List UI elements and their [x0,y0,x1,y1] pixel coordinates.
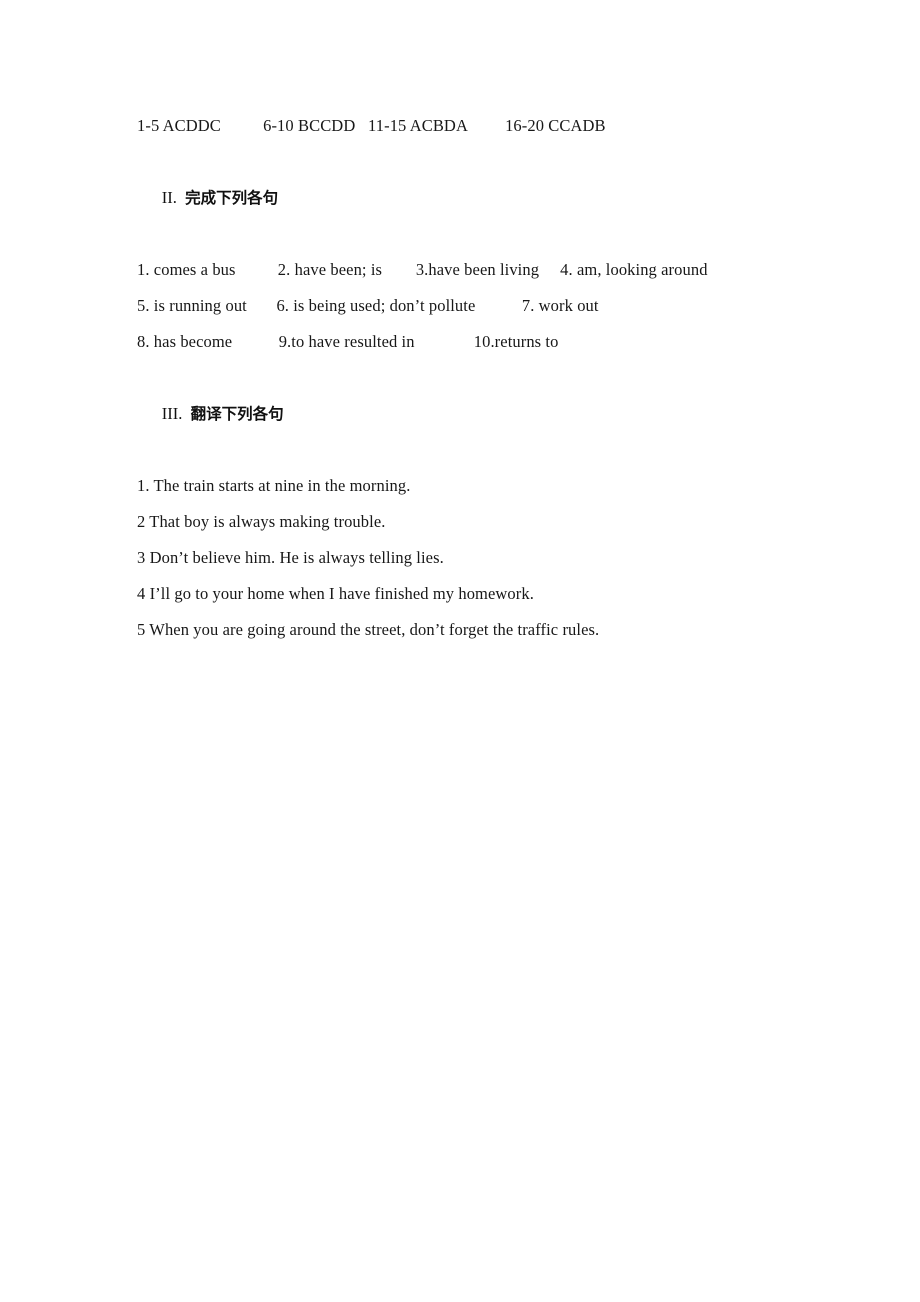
section-iii-sentence-1: 1. The train starts at nine in the morni… [137,476,411,495]
section-ii-line-2: 5. is running out 6. is being used; don’… [137,296,599,315]
section-number-iii: III. [161,404,183,423]
section-title-iii: 翻译下列各句 [190,405,284,423]
section-ii-line-1: 1. comes a bus 2. have been; is 3.have b… [137,260,708,279]
section-title-ii: 完成下列各句 [185,189,279,207]
section-heading-ii: II. 完成下列各句 [137,144,837,252]
document-page: 1-5 ACDDC 6-10 BCCDD 11-15 ACBDA 16-20 C… [0,0,920,1302]
answer-key-line: 1-5 ACDDC 6-10 BCCDD 11-15 ACBDA 16-20 C… [137,116,606,135]
section-ii-line-3: 8. has become 9.to have resulted in 10.r… [137,332,559,351]
section-iii-sentence-4: 4 I’ll go to your home when I have finis… [137,584,534,603]
document-body: 1-5 ACDDC 6-10 BCCDD 11-15 ACBDA 16-20 C… [137,108,837,648]
section-number-ii: II. [161,188,177,207]
section-iii-sentence-3: 3 Don’t believe him. He is always tellin… [137,548,444,567]
section-iii-sentence-5: 5 When you are going around the street, … [137,620,600,639]
section-iii-sentence-2: 2 That boy is always making trouble. [137,512,386,531]
section-heading-iii: III. 翻译下列各句 [137,360,837,468]
